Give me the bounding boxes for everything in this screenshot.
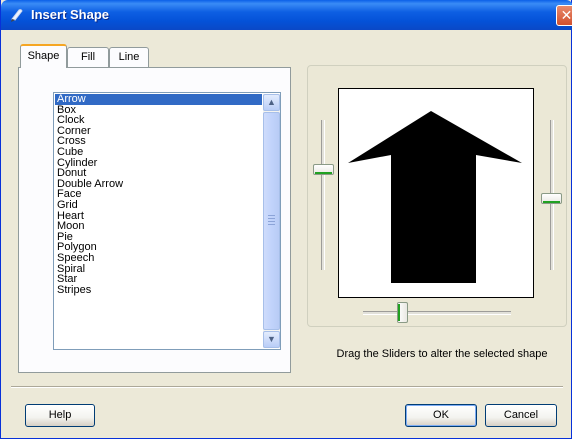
grip-line bbox=[268, 218, 275, 219]
tab-fill[interactable]: Fill bbox=[67, 47, 109, 67]
insert-shape-dialog: Insert Shape ✕ Fill Line Shape Arrow Box C… bbox=[0, 0, 572, 439]
chevron-down-icon: ▼ bbox=[267, 334, 276, 344]
shape-list-item[interactable]: Grid bbox=[55, 200, 262, 211]
chevron-up-icon: ▲ bbox=[267, 97, 276, 107]
scroll-down-button[interactable]: ▼ bbox=[263, 331, 280, 348]
shape-list-item[interactable]: Moon bbox=[55, 221, 262, 232]
pencil-icon bbox=[11, 9, 23, 22]
bottom-slider-thumb[interactable] bbox=[397, 302, 408, 323]
bottom-slider-track[interactable] bbox=[363, 311, 511, 315]
shape-list-item[interactable]: Box bbox=[55, 104, 262, 116]
title-bar[interactable]: Insert Shape ✕ bbox=[1, 0, 572, 30]
shape-list-items: Arrow Box Clock Corner Cross Cube Cylinder Donu… bbox=[55, 94, 262, 348]
shape-list-item[interactable]: Corner bbox=[55, 125, 262, 137]
cancel-button[interactable]: Cancel bbox=[485, 404, 557, 427]
shape-listbox[interactable]: Arrow Box Clock Corner Cross Cube Cylinder Donu… bbox=[53, 92, 281, 350]
tab-shape[interactable]: Shape bbox=[20, 44, 67, 68]
close-button[interactable]: ✕ bbox=[556, 5, 572, 26]
help-button[interactable]: Help bbox=[25, 404, 95, 427]
grip-line bbox=[268, 215, 275, 216]
grip-line bbox=[268, 224, 275, 225]
right-slider-thumb[interactable] bbox=[541, 193, 562, 204]
shape-list-item[interactable]: Heart bbox=[55, 210, 262, 222]
close-icon: ✕ bbox=[560, 7, 572, 23]
help-button-label: Help bbox=[48, 409, 72, 421]
scroll-thumb[interactable] bbox=[263, 112, 280, 330]
ok-button[interactable]: OK bbox=[405, 404, 477, 427]
tab-line[interactable]: Line bbox=[109, 47, 149, 67]
cancel-button-label: Cancel bbox=[503, 409, 539, 421]
list-scrollbar[interactable]: ▲ ▼ bbox=[263, 94, 280, 348]
shape-list-item[interactable]: Cross bbox=[55, 136, 262, 147]
arrow-polygon bbox=[348, 111, 522, 283]
shape-list-item[interactable]: Cube bbox=[55, 147, 262, 158]
window-title: Insert Shape bbox=[31, 7, 110, 22]
hint-text: Drag the Sliders to alter the selected s… bbox=[336, 348, 548, 360]
shape-list-item[interactable]: Speech bbox=[55, 253, 262, 264]
shape-list-item[interactable]: Spiral bbox=[55, 263, 262, 275]
left-slider-thumb[interactable] bbox=[313, 164, 334, 175]
separator bbox=[11, 386, 563, 388]
shape-list-item[interactable]: Double Arrow bbox=[55, 178, 262, 190]
shape-list-item[interactable]: Arrow bbox=[55, 94, 262, 105]
shape-preview-canvas bbox=[338, 88, 534, 298]
tab-line-label: Line bbox=[118, 51, 140, 63]
shape-list-item[interactable]: Face bbox=[55, 189, 262, 200]
shape-list-item[interactable]: Stripes bbox=[55, 284, 262, 296]
left-slider-track[interactable] bbox=[321, 120, 325, 270]
tab-shape-label: Shape bbox=[27, 50, 60, 62]
arrow-shape bbox=[348, 111, 522, 283]
scroll-up-button[interactable]: ▲ bbox=[263, 94, 280, 111]
tab-fill-label: Fill bbox=[80, 51, 96, 63]
grip-line bbox=[268, 221, 275, 222]
shape-list-item[interactable]: Cylinder bbox=[55, 157, 262, 169]
ok-button-label: OK bbox=[433, 409, 449, 421]
shape-tab-panel: Arrow Box Clock Corner Cross Cube Cylinder Donu… bbox=[18, 67, 291, 373]
